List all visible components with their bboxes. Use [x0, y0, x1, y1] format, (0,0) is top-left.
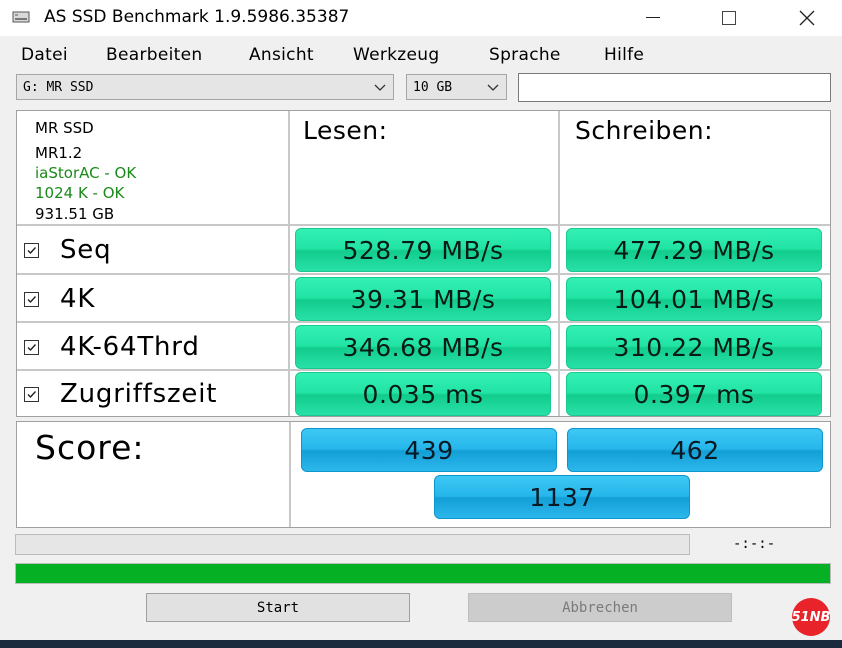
drive-model: MR SSD: [35, 119, 94, 137]
chevron-down-icon: [374, 84, 386, 91]
4k64-read-result: 346.68 MB/s: [295, 325, 551, 369]
access-time-checkbox[interactable]: [24, 387, 39, 402]
minimize-button[interactable]: [630, 0, 676, 36]
seq-checkbox[interactable]: [24, 243, 39, 258]
drive-alignment-status: 1024 K - OK: [35, 184, 125, 202]
4k-read-result: 39.31 MB/s: [295, 277, 551, 321]
close-icon: [799, 10, 815, 26]
4k64-checkbox[interactable]: [24, 340, 39, 355]
score-total: 1137: [434, 475, 690, 519]
abort-button[interactable]: Abbrechen: [468, 593, 732, 622]
row-divider: [17, 273, 830, 275]
menu-ansicht[interactable]: Ansicht: [249, 45, 314, 65]
watermark-logo: 51NB: [792, 598, 830, 636]
chevron-down-icon: [487, 84, 499, 91]
window-title: AS SSD Benchmark 1.9.5986.35387: [44, 7, 350, 27]
checkmark-icon: [27, 344, 37, 352]
score-read: 439: [301, 428, 557, 472]
elapsed-time: -:-:-: [733, 536, 776, 552]
drive-driver-status: iaStorAC - OK: [35, 164, 137, 182]
drive-firmware: MR1.2: [35, 144, 83, 162]
maximize-button[interactable]: [706, 0, 752, 36]
access-time-read-result: 0.035 ms: [295, 372, 551, 416]
score-label: Score:: [35, 428, 145, 467]
drive-select-value: G: MR SSD: [23, 80, 94, 95]
size-select[interactable]: 10 GB: [406, 74, 507, 100]
menu-bearbeiten[interactable]: Bearbeiten: [106, 45, 202, 65]
4k64-label: 4K-64Thrd: [60, 332, 200, 362]
taskbar-strip: [0, 640, 842, 648]
row-divider: [17, 369, 830, 371]
checkmark-icon: [27, 247, 37, 255]
row-divider: [17, 321, 830, 323]
checkmark-icon: [27, 296, 37, 304]
row-divider: [17, 224, 830, 226]
maximize-icon: [722, 11, 736, 25]
info-text-field[interactable]: [518, 73, 831, 102]
menu-hilfe[interactable]: Hilfe: [604, 45, 644, 65]
read-column-header: Lesen:: [303, 116, 388, 145]
drive-select[interactable]: G: MR SSD: [16, 74, 394, 100]
drive-capacity: 931.51 GB: [35, 205, 115, 223]
4k-label: 4K: [60, 284, 96, 314]
seq-write-result: 477.29 MB/s: [566, 228, 822, 272]
seq-label: Seq: [60, 235, 112, 265]
column-divider: [289, 422, 291, 527]
4k-checkbox[interactable]: [24, 292, 39, 307]
4k64-write-result: 310.22 MB/s: [566, 325, 822, 369]
app-drive-icon: [12, 9, 30, 25]
overall-progress-bar: [15, 563, 831, 584]
checkmark-icon: [27, 391, 37, 399]
menu-werkzeug[interactable]: Werkzeug: [353, 45, 439, 65]
overall-progress-fill: [16, 564, 830, 583]
write-column-header: Schreiben:: [575, 116, 714, 145]
minimize-icon: [646, 17, 660, 18]
access-time-label: Zugriffszeit: [60, 379, 218, 409]
4k-write-result: 104.01 MB/s: [566, 277, 822, 321]
menu-datei[interactable]: Datei: [21, 45, 68, 65]
test-progress-bar: [15, 534, 690, 555]
menu-sprache[interactable]: Sprache: [489, 45, 561, 65]
seq-read-result: 528.79 MB/s: [295, 228, 551, 272]
close-button[interactable]: [784, 0, 830, 36]
start-button[interactable]: Start: [146, 593, 410, 622]
size-select-value: 10 GB: [413, 80, 453, 95]
access-time-write-result: 0.397 ms: [566, 372, 822, 416]
score-write: 462: [567, 428, 823, 472]
